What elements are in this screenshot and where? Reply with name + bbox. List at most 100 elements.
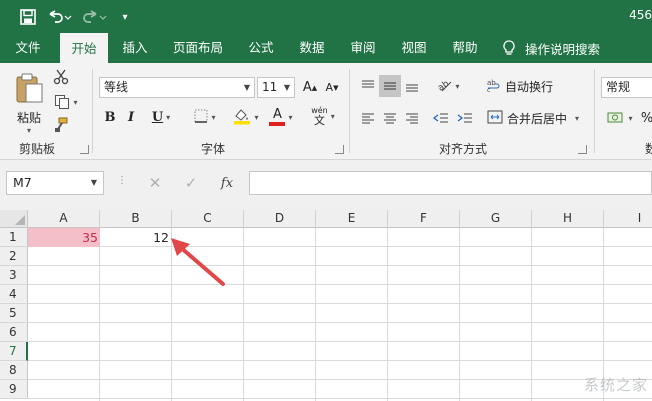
formula-bar-grip-icon[interactable]: ⋮ (117, 175, 127, 186)
percent-style-button[interactable]: % (640, 107, 652, 129)
merge-center-icon (487, 110, 503, 127)
row-header-5[interactable]: 5 (0, 304, 28, 323)
wrap-text-button[interactable]: ab c 自动换行 (487, 75, 559, 97)
cell-b1[interactable]: 12 (100, 228, 172, 247)
tab-page-layout[interactable]: 页面布局 (166, 33, 230, 63)
lightbulb-icon (503, 40, 515, 56)
cancel-icon[interactable]: ✕ (140, 171, 170, 195)
undo-icon[interactable] (46, 6, 72, 28)
font-color-icon: A (269, 108, 286, 126)
align-top-icon[interactable] (357, 75, 379, 97)
align-middle-icon[interactable] (379, 75, 401, 97)
phonetic-guide-button[interactable]: wén 文 ▾ (306, 103, 340, 129)
paste-dropdown-chevron-down-icon: ▾ (26, 125, 31, 135)
alignment-group-label: 对齐方式 (439, 142, 488, 156)
formula-bar: M7 ▼ ⋮ ✕ ✓ fx (0, 160, 652, 210)
copy-icon[interactable]: ▾ (50, 93, 82, 111)
number-format-value: 常规 (606, 80, 631, 94)
paste-icon (14, 72, 44, 107)
row-header-8[interactable]: 8 (0, 361, 28, 380)
borders-icon (194, 109, 208, 126)
svg-text:c: c (487, 87, 490, 92)
select-all-button[interactable] (0, 210, 28, 228)
row-header-2[interactable]: 2 (0, 247, 28, 266)
wrap-text-icon: ab c (487, 78, 501, 95)
tab-insert[interactable]: 插入 (114, 33, 156, 63)
orientation-icon: ab (436, 77, 452, 96)
column-header-b[interactable]: B (100, 210, 172, 228)
align-left-icon[interactable] (357, 107, 379, 129)
align-right-icon[interactable] (401, 107, 423, 129)
tab-help[interactable]: 帮助 (444, 33, 486, 63)
column-header-g[interactable]: G (460, 210, 532, 228)
font-group-label: 字体 (201, 142, 226, 156)
tab-review[interactable]: 审阅 (342, 33, 384, 63)
paste-label: 粘贴 (16, 110, 41, 125)
tab-data[interactable]: 数据 (291, 33, 333, 63)
alignment-launcher-icon[interactable] (578, 145, 587, 154)
font-size-select[interactable]: 11 ▼ (257, 77, 295, 98)
row-header-4[interactable]: 4 (0, 285, 28, 304)
underline-button[interactable]: U ▾ (145, 106, 177, 128)
row-header-1[interactable]: 1 (0, 228, 28, 247)
tab-file[interactable]: 文件 (6, 33, 50, 63)
group-divider (92, 69, 93, 153)
tab-home[interactable]: 开始 (60, 33, 108, 63)
increase-indent-icon[interactable] (454, 107, 476, 129)
grow-font-button[interactable]: A ▲ (300, 77, 320, 98)
number-format-select[interactable]: 常规 (601, 77, 652, 98)
borders-button[interactable]: ▾ (188, 106, 222, 128)
save-icon[interactable] (17, 6, 39, 28)
svg-text:ab: ab (487, 79, 496, 87)
font-name-value: 等线 (104, 80, 129, 94)
column-header-e[interactable]: E (316, 210, 388, 228)
font-launcher-icon[interactable] (335, 145, 344, 154)
column-header-a[interactable]: A (28, 210, 100, 228)
cut-icon[interactable] (52, 68, 70, 86)
insert-function-button[interactable]: fx (212, 171, 242, 195)
column-header-d[interactable]: D (244, 210, 316, 228)
column-header-c[interactable]: C (172, 210, 244, 228)
align-bottom-icon[interactable] (401, 75, 423, 97)
tell-me-search[interactable]: 操作说明搜索 (503, 33, 600, 63)
row-header-6[interactable]: 6 (0, 323, 28, 342)
format-painter-icon[interactable] (52, 116, 70, 134)
tab-view[interactable]: 视图 (393, 33, 435, 63)
ribbon-home: 粘贴 ▾ ▾ 剪贴板 等线 ▼ 11 ▼ A ▲ A ▼ B I U ▾ ▾ ▾… (0, 63, 652, 160)
bold-button[interactable]: B (101, 106, 119, 128)
cell-a1[interactable]: 35 (28, 228, 100, 247)
redo-icon[interactable] (82, 6, 108, 28)
name-box-value: M7 (13, 175, 32, 190)
number-group-label: 数 (645, 142, 652, 156)
column-header-i[interactable]: I (604, 210, 652, 228)
formula-input[interactable] (249, 171, 652, 195)
fill-color-icon (233, 107, 251, 128)
clipboard-launcher-icon[interactable] (80, 145, 89, 154)
accounting-format-button[interactable]: ▾ (601, 107, 639, 129)
orientation-button[interactable]: ab ▾ (432, 75, 464, 97)
tell-me-label: 操作说明搜索 (525, 41, 601, 57)
enter-icon[interactable]: ✓ (176, 171, 206, 195)
fill-color-button[interactable]: ▾ (230, 105, 262, 129)
merge-center-button[interactable]: 合并后居中 ▾ (487, 107, 587, 129)
italic-button[interactable]: I (122, 106, 140, 128)
excel-window: ▾ 456 文件 开始 插入 页面布局 公式 数据 审阅 视图 帮助 操作说明搜… (0, 0, 652, 401)
column-header-f[interactable]: F (388, 210, 460, 228)
phonetic-icon: wén 文 (311, 106, 328, 127)
row-header-3[interactable]: 3 (0, 266, 28, 285)
align-center-icon[interactable] (379, 107, 401, 129)
name-box[interactable]: M7 ▼ (6, 171, 104, 195)
shrink-font-button[interactable]: A ▼ (322, 77, 342, 98)
decrease-indent-icon[interactable] (430, 107, 452, 129)
group-divider (594, 69, 595, 153)
row-header-9[interactable]: 9 (0, 380, 28, 399)
tab-formulas[interactable]: 公式 (240, 33, 282, 63)
column-header-h[interactable]: H (532, 210, 604, 228)
paste-button[interactable]: 粘贴 ▾ (10, 69, 48, 137)
customize-qat-chevron-down-icon[interactable]: ▾ (118, 6, 132, 28)
svg-text:ab: ab (437, 78, 452, 92)
font-color-button[interactable]: A ▾ (265, 105, 297, 129)
font-name-select[interactable]: 等线 ▼ (99, 77, 255, 98)
row-header-7[interactable]: 7 (0, 342, 28, 361)
font-name-chevron-down-icon: ▼ (243, 83, 250, 92)
